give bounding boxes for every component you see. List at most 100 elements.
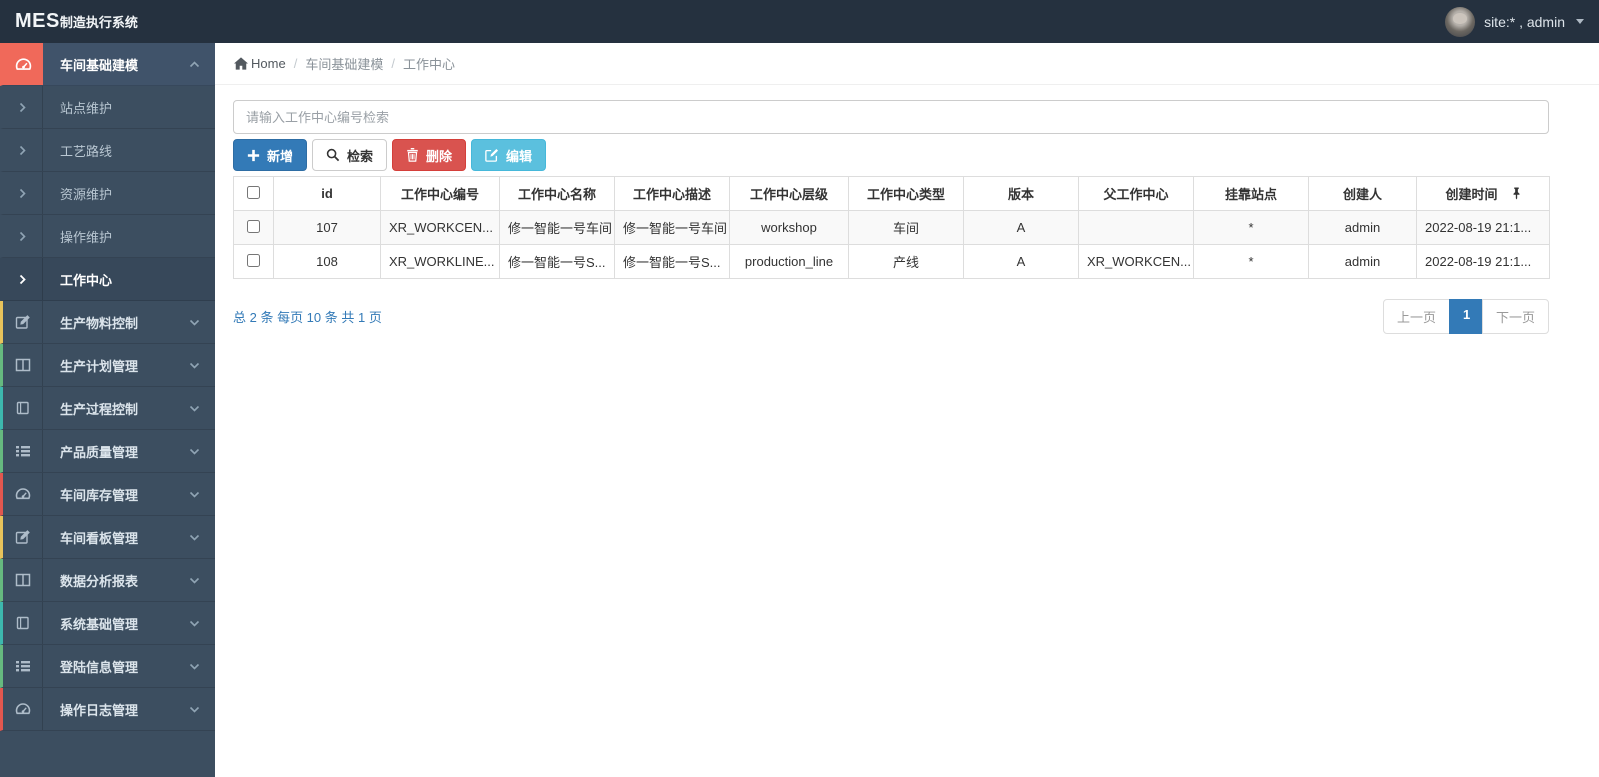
cell-version: A — [963, 244, 1079, 279]
column-header-name[interactable]: 工作中心名称 — [499, 176, 615, 211]
sidebar-item-inventory-management[interactable]: 车间库存管理 — [0, 473, 215, 516]
cell-parent: XR_WORKCEN... — [1078, 244, 1194, 279]
dashboard-icon — [3, 473, 43, 515]
sidebar-subitem-process-route[interactable]: 工艺路线 — [0, 129, 215, 172]
next-page-button[interactable]: 下一页 — [1481, 299, 1549, 334]
column-header-code[interactable]: 工作中心编号 — [380, 176, 500, 211]
edit-icon — [3, 301, 43, 343]
sidebar-item-workshop-modeling[interactable]: 车间基础建模 — [0, 43, 215, 86]
sidebar-subitem-site-maintenance[interactable]: 站点维护 — [0, 86, 215, 129]
home-icon — [234, 57, 248, 70]
sidebar-item-label: 车间库存管理 — [60, 487, 139, 503]
sidebar-item-plan-management[interactable]: 生产计划管理 — [0, 344, 215, 387]
column-header-type[interactable]: 工作中心类型 — [848, 176, 964, 211]
sidebar-item-analytics-reports[interactable]: 数据分析报表 — [0, 559, 215, 602]
add-button[interactable]: 新增 — [233, 139, 308, 171]
column-header-site[interactable]: 挂靠站点 — [1193, 176, 1309, 211]
sidebar-item-label: 登陆信息管理 — [60, 659, 139, 675]
page-1-button[interactable]: 1 — [1448, 299, 1483, 334]
chevron-down-icon — [189, 620, 200, 627]
pin-icon[interactable] — [1512, 187, 1521, 200]
sidebar: 车间基础建模 站点维护 工艺路线 资源维护 操作维护 工作中心 生产物料控制 生… — [0, 43, 215, 777]
cell-type: 产线 — [848, 244, 964, 279]
cell-site: * — [1193, 210, 1309, 245]
row-checkbox[interactable] — [247, 253, 260, 267]
work-center-table: id 工作中心编号 工作中心名称 工作中心描述 工作中心层级 工作中心类型 版本… — [233, 176, 1550, 279]
chevron-down-icon — [189, 534, 200, 541]
cell-version: A — [963, 210, 1079, 245]
query-button[interactable]: 检索 — [312, 139, 388, 171]
app-logo: MES 制造执行系统 — [15, 10, 138, 33]
sidebar-item-operation-log-management[interactable]: 操作日志管理 — [0, 688, 215, 731]
column-header-parent[interactable]: 父工作中心 — [1078, 176, 1194, 211]
list-icon — [3, 430, 43, 472]
app-logo-primary: MES — [15, 10, 60, 32]
cell-id: 108 — [273, 244, 381, 279]
toolbar: 新增 检索 删除 编辑 — [233, 139, 1549, 171]
columns-icon — [3, 559, 43, 601]
breadcrumb-home-link[interactable]: Home — [234, 56, 286, 71]
sidebar-item-material-control[interactable]: 生产物料控制 — [0, 301, 215, 344]
edit-button[interactable]: 编辑 — [471, 139, 547, 171]
prev-page-button[interactable]: 上一页 — [1382, 299, 1450, 334]
column-header-creator[interactable]: 创建人 — [1308, 176, 1417, 211]
select-all-cell — [233, 176, 274, 211]
user-label: site:* , admin — [1484, 13, 1565, 30]
column-header-id[interactable]: id — [273, 176, 381, 211]
cell-parent — [1078, 210, 1194, 245]
column-header-description[interactable]: 工作中心描述 — [614, 176, 730, 211]
sidebar-subitem-label: 站点维护 — [60, 100, 113, 116]
sidebar-item-process-control[interactable]: 生产过程控制 — [0, 387, 215, 430]
cell-created-time: 2022-08-19 21:1... — [1416, 244, 1550, 279]
sidebar-subitem-label: 资源维护 — [60, 186, 113, 202]
sidebar-item-login-info-management[interactable]: 登陆信息管理 — [0, 645, 215, 688]
column-header-created-time[interactable]: 创建时间 — [1416, 176, 1550, 211]
chevron-down-icon — [189, 362, 200, 369]
chevron-right-icon — [3, 258, 43, 300]
sidebar-item-label: 车间基础建模 — [60, 57, 139, 73]
sidebar-subitem-resource-maintenance[interactable]: 资源维护 — [0, 172, 215, 215]
dashboard-icon — [3, 688, 43, 730]
search-icon — [326, 148, 340, 162]
column-header-version[interactable]: 版本 — [963, 176, 1079, 211]
table-row[interactable]: 107 XR_WORKCEN... 修一智能一号车间 修一智能一号车间 work… — [233, 210, 1550, 245]
cell-type: 车间 — [848, 210, 964, 245]
user-menu[interactable]: site:* , admin — [1445, 6, 1584, 37]
plus-icon — [247, 149, 260, 161]
row-checkbox[interactable] — [247, 219, 260, 233]
cell-name: 修一智能一号S... — [499, 244, 615, 279]
breadcrumb-level1[interactable]: 车间基础建模 — [305, 54, 383, 73]
edit-icon — [485, 148, 499, 162]
list-icon — [3, 645, 43, 687]
delete-button[interactable]: 删除 — [392, 139, 467, 171]
sidebar-item-label: 系统基础管理 — [60, 616, 139, 632]
app-logo-secondary: 制造执行系统 — [59, 15, 138, 30]
chevron-down-icon — [189, 448, 200, 455]
sidebar-subitem-operation-maintenance[interactable]: 操作维护 — [0, 215, 215, 258]
chevron-right-icon — [3, 129, 43, 171]
pagination: 上一页 1 下一页 — [1382, 299, 1549, 334]
sidebar-item-quality-management[interactable]: 产品质量管理 — [0, 430, 215, 473]
table-row[interactable]: 108 XR_WORKLINE... 修一智能一号S... 修一智能一号S...… — [233, 244, 1550, 279]
cell-description: 修一智能一号车间 — [614, 210, 730, 245]
chevron-right-icon — [3, 215, 43, 257]
cell-creator: admin — [1308, 244, 1417, 279]
cell-level: workshop — [729, 210, 849, 245]
sidebar-subitem-work-center[interactable]: 工作中心 — [0, 258, 215, 301]
chevron-down-icon — [189, 663, 200, 670]
sidebar-item-label: 数据分析报表 — [60, 573, 139, 589]
sidebar-item-label: 车间看板管理 — [60, 530, 139, 546]
dashboard-icon — [3, 43, 43, 85]
cell-description: 修一智能一号S... — [614, 244, 730, 279]
sidebar-item-kanban-management[interactable]: 车间看板管理 — [0, 516, 215, 559]
chevron-down-icon — [189, 491, 200, 498]
chevron-down-icon — [189, 706, 200, 713]
column-header-level[interactable]: 工作中心层级 — [729, 176, 849, 211]
pagination-summary: 总 2 条 每页 10 条 共 1 页 — [233, 310, 382, 325]
avatar — [1445, 6, 1476, 37]
sidebar-item-label: 产品质量管理 — [60, 444, 139, 460]
sidebar-item-system-management[interactable]: 系统基础管理 — [0, 602, 215, 645]
select-all-checkbox[interactable] — [247, 185, 260, 199]
cell-code: XR_WORKCEN... — [380, 210, 500, 245]
search-input[interactable] — [233, 100, 1549, 134]
